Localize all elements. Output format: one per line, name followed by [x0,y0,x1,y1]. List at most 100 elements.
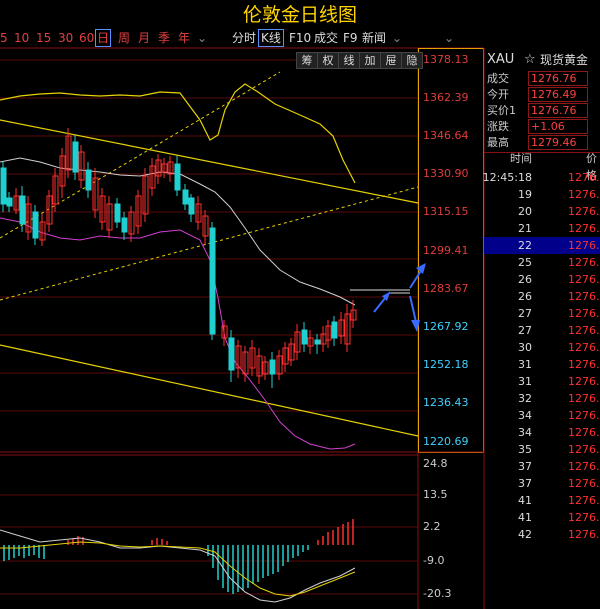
tick-time: 27 [518,307,532,320]
trendline-upper [0,119,419,204]
price-tick: 1378.13 [423,53,469,66]
price-tick: 1220.69 [423,435,469,448]
tick-row[interactable]: 41 1276.6 [484,509,600,526]
tick-row[interactable]: 34 1276.76 [484,424,600,441]
macd-hist-red [67,519,354,545]
tick-time: 37 [518,477,532,490]
quote-row: 涨跌 +1.06 [484,119,600,134]
tick-price: 1276.76 [568,222,600,235]
quote-row: 最高 1279.46 [484,135,600,150]
tool-hide[interactable]: 隐 [401,52,423,69]
tick-price: 1276.76 [568,205,600,218]
price-tick: 1362.39 [423,91,469,104]
tick-row[interactable]: 26 1276.76 [484,271,600,288]
price-tick: 1283.67 [423,282,469,295]
tick-price: 1276.6 [568,511,600,524]
macd-hist-cyan [3,545,309,594]
symbol-header: XAU ☆ 现货黄金 [484,51,600,69]
tick-row[interactable]: 31 1276.76 [484,356,600,373]
tick-price: 1276.76 [568,392,600,405]
quote-panel: XAU ☆ 现货黄金 成交 1276.76 今开 1276.49 买价1 127… [482,48,600,609]
quote-row: 买价1 1276.76 [484,103,600,118]
tick-time: 32 [518,392,532,405]
tick-time: 26 [518,273,532,286]
tick-header: 时间 价格 [484,150,600,182]
tick-row[interactable]: 30 1276.76 [484,339,600,356]
price-tick: 1346.64 [423,129,469,142]
quote-label: 成交 [487,72,509,85]
price-tick: 1315.15 [423,205,469,218]
tick-price: 1276.76 [568,239,600,252]
tool-chips[interactable]: 筹 [296,52,318,69]
macd-tick: -9.0 [423,554,445,567]
tick-price: 1276.76 [568,477,600,490]
tool-add[interactable]: 加 [359,52,381,69]
tick-price: 1276.76 [568,460,600,473]
tick-row[interactable]: 42 1276.6 [484,526,600,543]
tick-price: 1276.76 [568,273,600,286]
tick-time: 41 [518,494,532,507]
price-tick: 1330.90 [423,167,469,180]
tick-row[interactable]: 41 1276.76 [484,492,600,509]
tick-price: 1276.76 [568,341,600,354]
tick-price: 1276.76 [568,290,600,303]
macd-tick: 13.5 [423,488,448,501]
tick-time: 22 [518,239,532,252]
quote-label: 买价1 [487,104,516,117]
price-tick: 1299.41 [423,244,469,257]
tick-time: 37 [518,460,532,473]
tick-row[interactable]: 27 1276.6 [484,305,600,322]
star-icon[interactable]: ☆ [524,51,536,69]
tick-time: 21 [518,222,532,235]
symbol-name: 现货黄金 [540,53,589,67]
tick-time: 34 [518,426,532,439]
quote-value: 1276.76 [528,103,588,118]
tick-row[interactable]: 27 1276.76 [484,322,600,339]
tick-time: 26 [518,290,532,303]
tick-row[interactable]: 21 1276.76 [484,220,600,237]
tick-row[interactable]: 37 1276.76 [484,458,600,475]
macd-tick: -20.3 [423,587,452,600]
tick-price: 1276.76 [568,188,600,201]
tick-row[interactable]: 22 1276.76 [484,237,600,254]
tick-price: 1276.6 [568,528,600,541]
tick-time: 31 [518,358,532,371]
tick-price: 1276.76 [568,375,600,388]
quote-value: +1.06 [528,119,588,134]
macd-tick: 2.2 [423,520,441,533]
tick-time: 42 [518,528,532,541]
price-tick: 1252.18 [423,358,469,371]
trendline-lower [0,344,419,437]
tick-row[interactable]: 20 1276.76 [484,203,600,220]
quote-label: 今开 [487,88,509,101]
tick-time: 31 [518,375,532,388]
tick-time: 27 [518,324,532,337]
tick-row[interactable]: 12:45:18 1276.76 [482,169,600,186]
trendline-dashed-upper [0,71,281,239]
tick-row[interactable]: 31 1276.76 [484,373,600,390]
tick-time: 35 [518,443,532,456]
tick-time: 34 [518,409,532,422]
tick-row[interactable]: 35 1276.76 [484,441,600,458]
tick-header-time: 时间 [510,152,532,165]
quote-label: 最高 [487,136,509,149]
tick-row[interactable]: 37 1276.76 [484,475,600,492]
tool-lines[interactable]: 线 [338,52,360,69]
tick-row[interactable]: 34 1276.76 [484,407,600,424]
candlesticks [0,128,357,388]
quote-label: 涨跌 [487,120,509,133]
tick-price: 1276.76 [568,494,600,507]
tick-row[interactable]: 32 1276.76 [484,390,600,407]
price-tick: 1236.43 [423,396,469,409]
tick-row[interactable]: 19 1276.76 [484,186,600,203]
tick-time: 12:45:18 [482,171,532,184]
tick-time: 20 [518,205,532,218]
macd-tick: 24.8 [423,457,448,470]
tick-price: 1276.76 [568,171,600,184]
tick-price: 1276.76 [568,426,600,439]
tool-drawer[interactable]: 屉 [380,52,402,69]
tool-rights[interactable]: 权 [317,52,339,69]
tick-row[interactable]: 25 1276.76 [484,254,600,271]
tick-price: 1276.76 [568,256,600,269]
tick-row[interactable]: 26 1276.76 [484,288,600,305]
